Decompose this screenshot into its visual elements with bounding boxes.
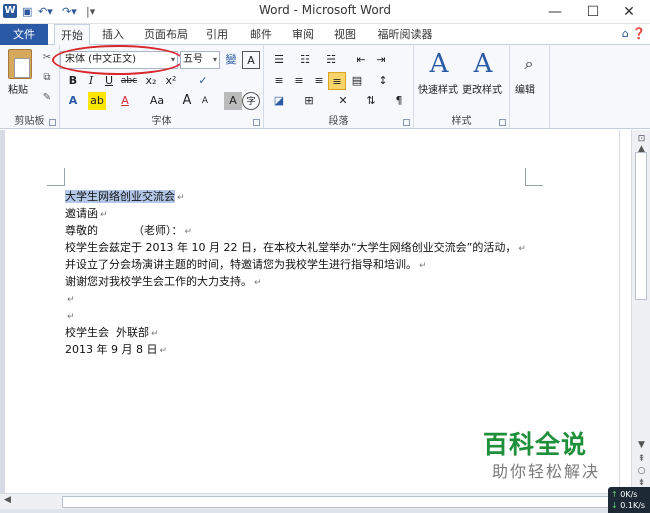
tab-view[interactable]: 视图	[328, 24, 362, 45]
shading-icon[interactable]: ◪	[270, 92, 288, 110]
quick-styles-icon[interactable]: A	[424, 49, 454, 79]
ribbon-tabs: 文件 开始 插入 页面布局 引用 邮件 审阅 视图 福昕阅读器 ⌂ ❓	[0, 24, 650, 46]
tab-references[interactable]: 引用	[200, 24, 234, 45]
highlight-color-button[interactable]: ab	[88, 92, 106, 110]
multilevel-list-icon[interactable]: ☵	[322, 51, 340, 69]
change-styles-icon[interactable]: A	[468, 49, 498, 79]
grow-font-button[interactable]: A	[178, 92, 196, 110]
vertical-scroll-thumb[interactable]	[635, 152, 647, 300]
copy-icon[interactable]: ⧉	[40, 71, 54, 85]
increase-indent-icon[interactable]: ⇥	[372, 51, 390, 69]
download-speed: 0.1K/s	[620, 501, 646, 510]
paste-icon[interactable]	[8, 49, 32, 79]
align-center-icon[interactable]: ≡	[290, 72, 308, 90]
maximize-button[interactable]: ☐	[578, 2, 608, 22]
italic-button[interactable]: I	[82, 72, 100, 90]
distributed-icon[interactable]: ▤	[348, 72, 366, 90]
ruler-toggle-icon[interactable]: ⊡	[636, 134, 647, 144]
shrink-font-button[interactable]: A	[196, 92, 214, 110]
horizontal-scroll-thumb[interactable]	[62, 496, 617, 508]
bullets-icon[interactable]: ☰	[270, 51, 288, 69]
tab-home[interactable]: 开始	[54, 24, 90, 46]
horizontal-scrollbar[interactable]: ◀ ▶	[0, 493, 632, 509]
watermark-title: 百科全说	[483, 430, 588, 459]
network-speed-widget: ↑ 0K/s ↓ 0.1K/s	[608, 487, 650, 513]
previous-page-icon[interactable]: ⇞	[636, 454, 647, 464]
clipboard-group: 粘贴 ✂ ⧉ ✎ 剪贴板	[0, 45, 60, 129]
tab-file[interactable]: 文件	[0, 24, 48, 45]
superscript-button[interactable]: x²	[162, 72, 180, 90]
numbering-icon[interactable]: ☷	[296, 51, 314, 69]
tab-foxit-reader[interactable]: 福昕阅读器	[374, 24, 436, 45]
sort-icon[interactable]: ⇅	[362, 92, 380, 110]
character-border-icon[interactable]: A	[242, 51, 260, 69]
browse-object-icon[interactable]: ○	[636, 466, 647, 476]
change-case-button[interactable]: Aa	[148, 92, 166, 110]
tab-insert[interactable]: 插入	[96, 24, 130, 45]
vertical-scrollbar[interactable]: ⊡ ▲ ▼ ⇞ ○ ⇟	[631, 130, 650, 493]
status-bar	[0, 509, 650, 513]
align-right-icon[interactable]: ≡	[310, 72, 328, 90]
show-marks-icon[interactable]: ¶	[390, 92, 408, 110]
editing-button[interactable]: 编辑	[515, 81, 535, 96]
crop-mark-left	[47, 168, 65, 186]
doc-line-6[interactable]: 谢谢您对我校学生会工作的大力支持。 ↵	[65, 273, 262, 292]
character-shading-button[interactable]: A	[224, 92, 242, 110]
bold-button[interactable]: B	[64, 72, 82, 90]
binoculars-icon[interactable]: ⌕	[514, 49, 544, 79]
tab-page-layout[interactable]: 页面布局	[140, 24, 192, 45]
highlight-circle	[52, 45, 184, 75]
font-group-label: 字体	[151, 116, 172, 127]
doc-line-10[interactable]: 2013 年 9 月 8 日 ↵	[65, 341, 167, 360]
chinese-layout-icon[interactable]: ✕	[334, 92, 352, 110]
decrease-indent-icon[interactable]: ⇤	[352, 51, 370, 69]
align-left-icon[interactable]: ≡	[270, 72, 288, 90]
help-icon[interactable]: ⌂ ❓	[622, 27, 646, 40]
scroll-down-icon[interactable]: ▼	[636, 440, 647, 450]
phonetic-guide-icon[interactable]: 變	[222, 51, 240, 69]
title-bar: W ▣ ↶▾ ↷▾ |▾ Word - Microsoft Word — ☐ ✕	[0, 0, 650, 24]
styles-launcher-icon[interactable]	[499, 119, 506, 126]
crop-mark-right	[525, 168, 543, 186]
borders-icon[interactable]: ⊞	[300, 92, 318, 110]
minimize-button[interactable]: —	[540, 2, 570, 22]
font-launcher-icon[interactable]	[253, 119, 260, 126]
quick-styles-button[interactable]: 快速样式	[418, 81, 458, 96]
ribbon: 粘贴 ✂ ⧉ ✎ 剪贴板 字体 宋体 (中文正文) ▾ 五号 ▾ 變 A B I…	[0, 45, 650, 129]
tab-mailings[interactable]: 邮件	[244, 24, 278, 45]
font-color-button[interactable]: A	[116, 92, 134, 110]
upload-speed: 0K/s	[620, 490, 638, 499]
close-button[interactable]: ✕	[614, 2, 644, 22]
line-spacing-icon[interactable]: ↕	[374, 72, 392, 90]
watermark-subtitle: 助你轻松解决	[492, 462, 601, 481]
enclose-characters-button[interactable]: 字	[242, 92, 260, 110]
format-painter-icon[interactable]: ✎	[40, 91, 54, 105]
spellcheck-icon[interactable]: ✓	[194, 72, 212, 90]
tab-review[interactable]: 审阅	[286, 24, 320, 45]
clipboard-launcher-icon[interactable]	[49, 119, 56, 126]
change-styles-button[interactable]: 更改样式	[462, 81, 502, 96]
scroll-left-icon[interactable]: ◀	[4, 495, 11, 505]
paragraph-group-label: 段落	[328, 116, 349, 127]
strikethrough-button[interactable]: abc	[120, 72, 138, 90]
styles-group-label: 样式	[451, 116, 472, 127]
subscript-button[interactable]: x₂	[142, 72, 160, 90]
paste-button[interactable]: 粘贴	[8, 81, 28, 96]
text-effects-icon[interactable]: A	[64, 92, 82, 110]
paragraph-launcher-icon[interactable]	[403, 119, 410, 126]
font-size-dropdown-icon[interactable]: ▾	[208, 53, 222, 67]
underline-button[interactable]: U	[100, 72, 118, 90]
justify-icon[interactable]: ≡	[328, 72, 346, 90]
